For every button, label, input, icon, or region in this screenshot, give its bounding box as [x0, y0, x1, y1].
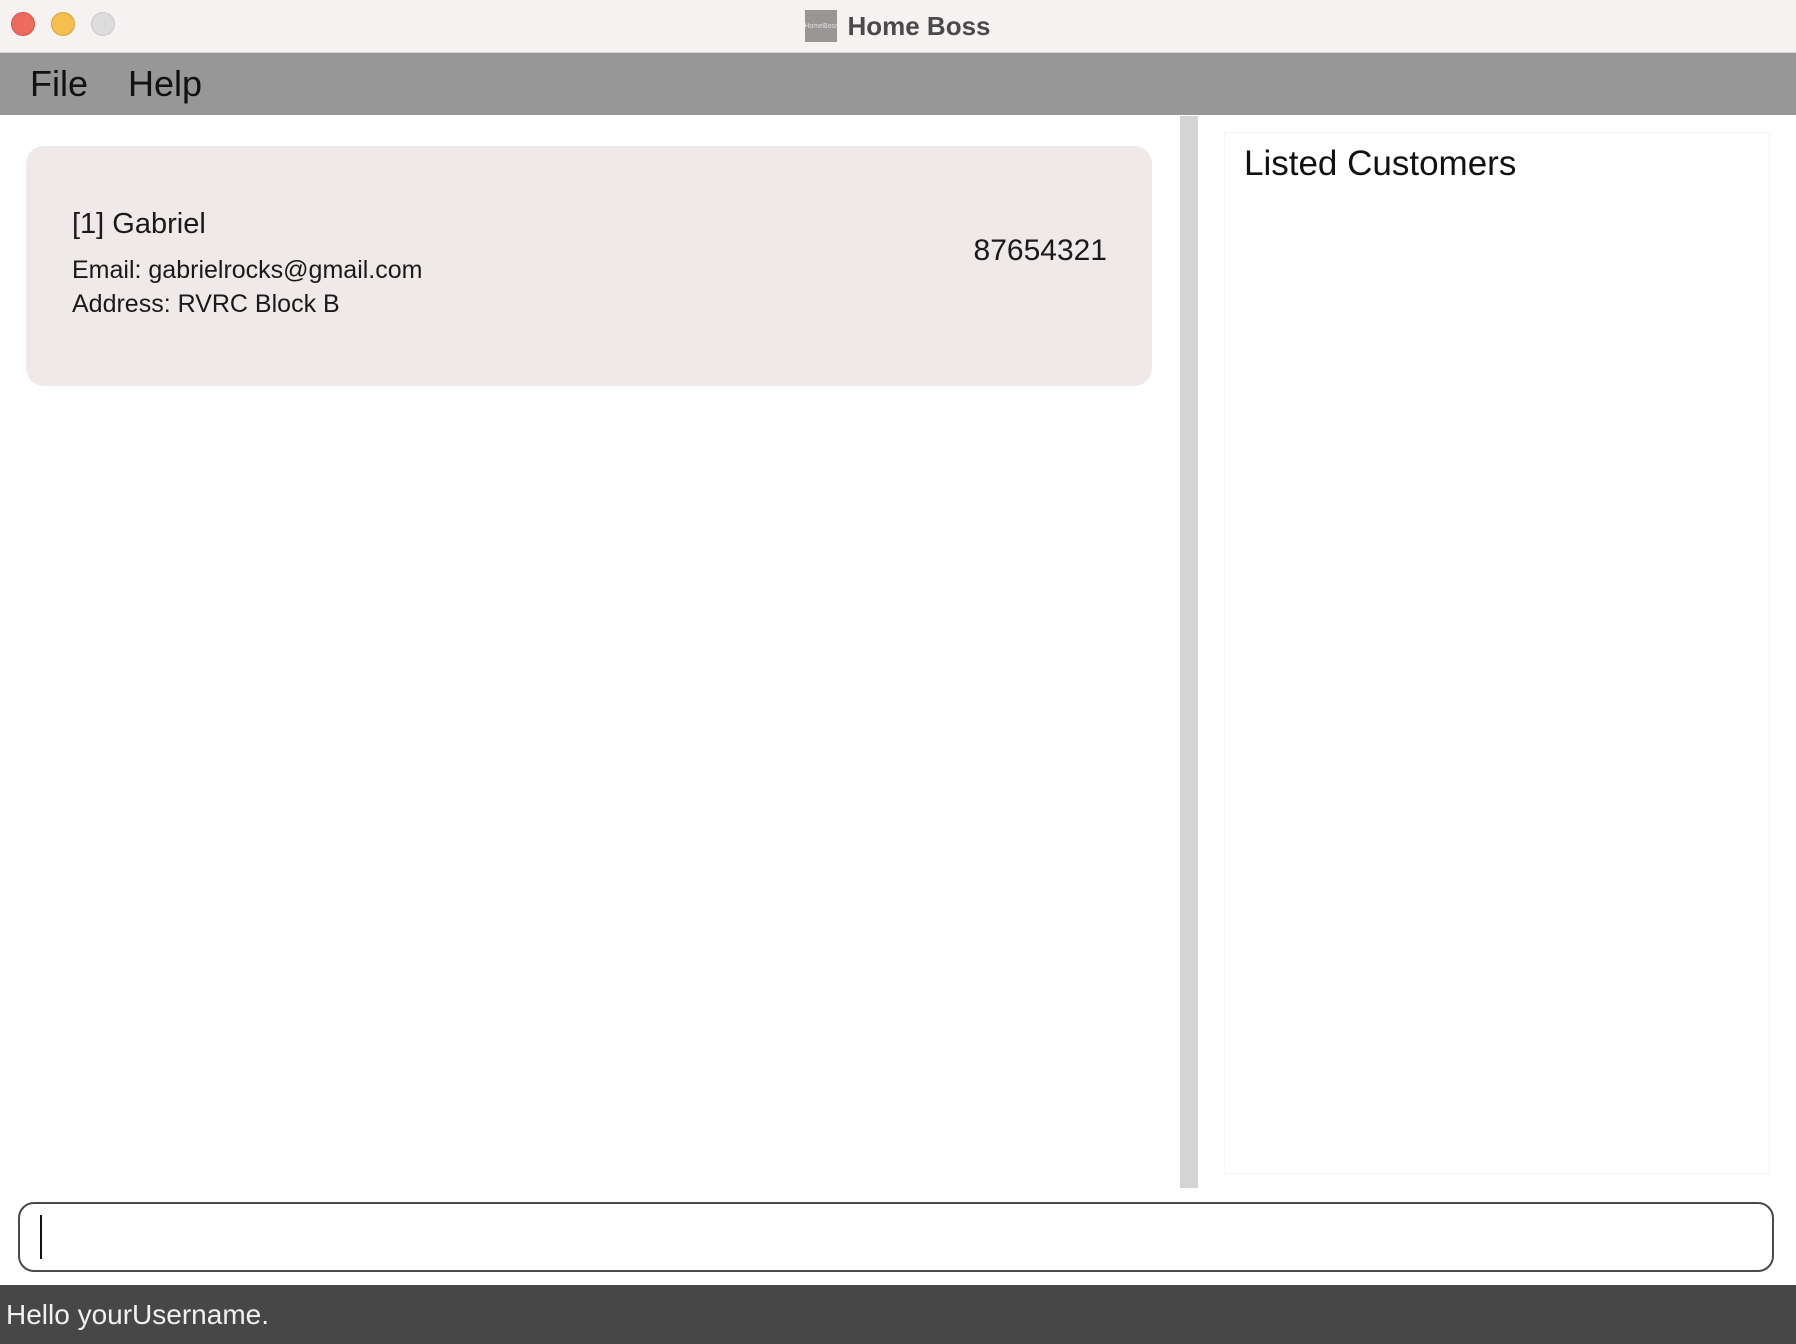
menu-help[interactable]: Help [128, 63, 202, 105]
customer-list-panel[interactable]: [1] Gabriel Email: gabrielrocks@gmail.co… [0, 116, 1180, 1188]
result-panel: Listed Customers [1198, 116, 1796, 1188]
app-window: HomeBoss Home Boss File Help [1] Gabriel… [0, 0, 1796, 1344]
status-bar: Hello yourUsername. [0, 1285, 1796, 1344]
split-pane-divider[interactable] [1180, 116, 1198, 1188]
result-panel-inner [1224, 132, 1770, 1174]
customer-email: Email: gabrielrocks@gmail.com [72, 256, 423, 284]
text-cursor [40, 1215, 42, 1259]
app-logo-icon: HomeBoss [805, 10, 838, 42]
status-message: Hello yourUsername. [6, 1298, 269, 1330]
menu-bar: File Help [0, 53, 1796, 115]
command-input[interactable] [18, 1202, 1774, 1272]
customer-card[interactable]: [1] Gabriel Email: gabrielrocks@gmail.co… [26, 146, 1152, 386]
title-container: HomeBoss Home Boss [0, 0, 1796, 52]
customer-address: Address: RVRC Block B [72, 290, 340, 318]
window-title: Home Boss [847, 10, 991, 41]
listed-customers-heading: Listed Customers [1244, 144, 1517, 183]
menu-file[interactable]: File [30, 63, 88, 105]
customer-phone: 87654321 [973, 234, 1107, 267]
customer-name: [1] Gabriel [72, 208, 206, 240]
title-bar: HomeBoss Home Boss [0, 0, 1796, 53]
